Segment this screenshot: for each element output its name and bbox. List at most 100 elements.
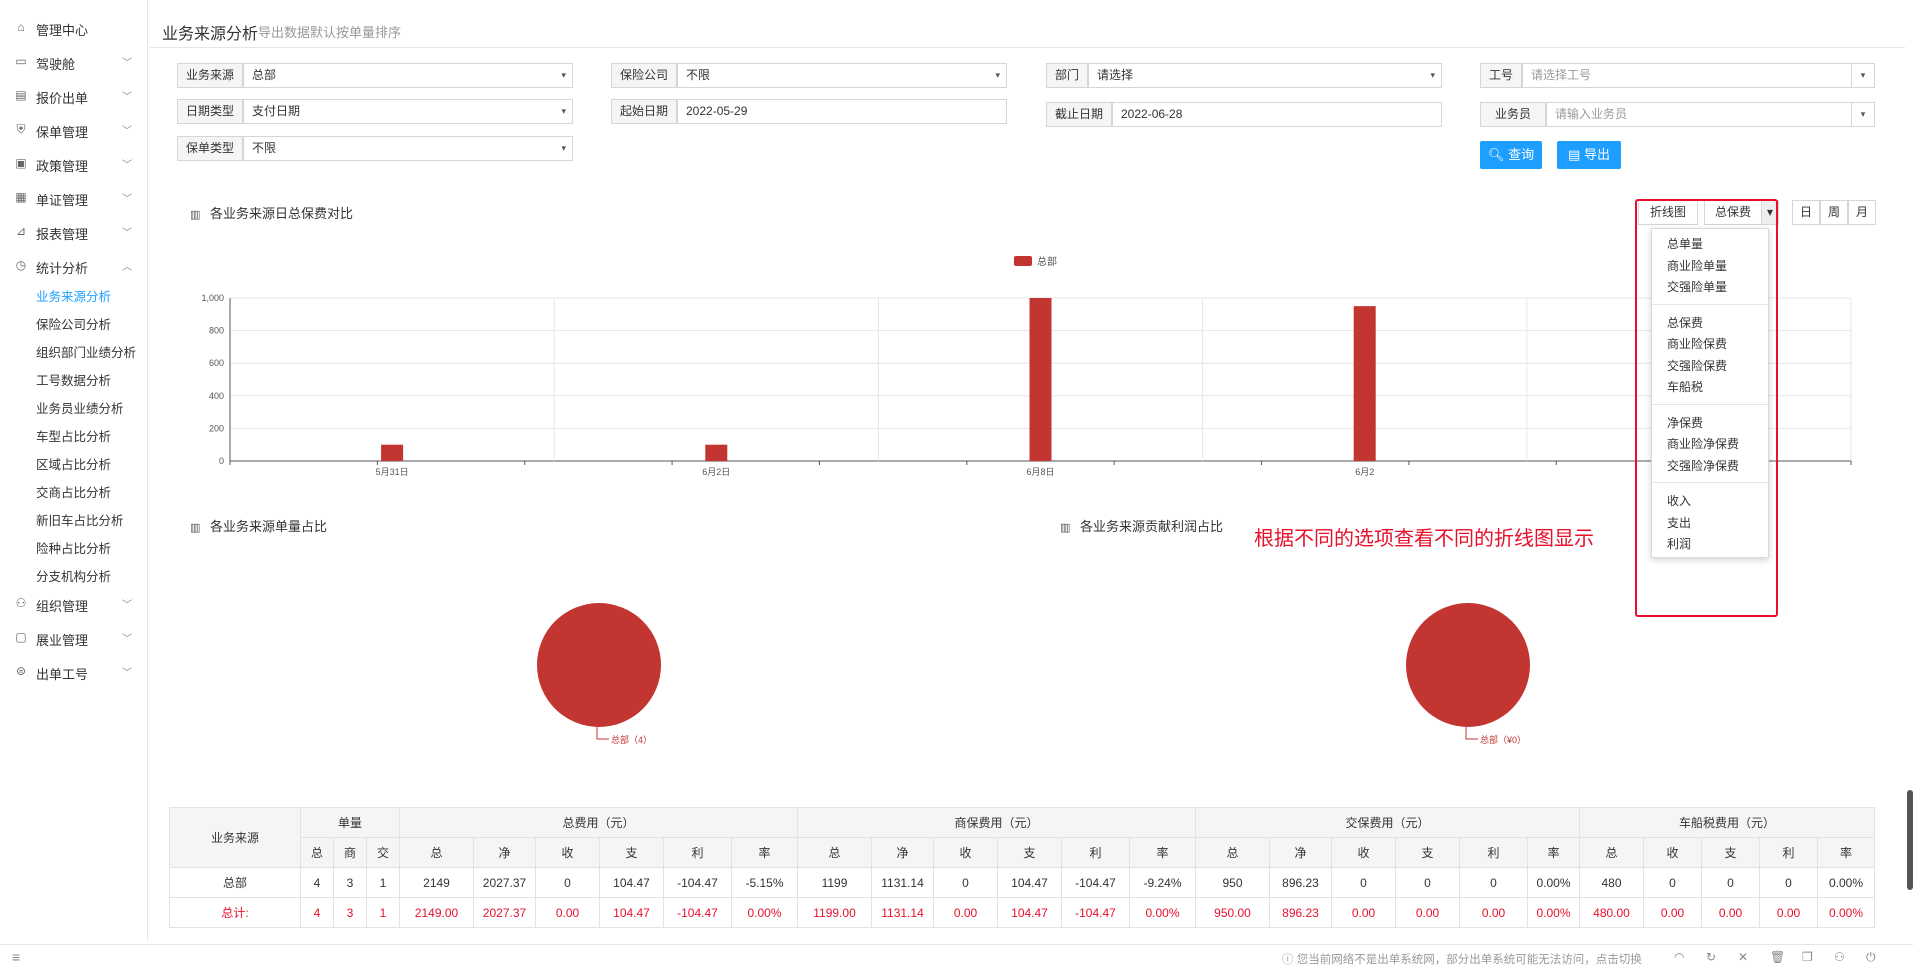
bar[interactable] <box>381 444 404 461</box>
period-day-button[interactable]: 日 <box>1792 200 1820 225</box>
table-cell: 4 <box>300 867 334 898</box>
users-icon[interactable]: ⚇ <box>1834 950 1845 964</box>
table-column-header: 率 <box>1527 837 1580 868</box>
table-column-header: 收 <box>535 837 600 868</box>
status-message-text: 您当前网络不是出单系统网，部分出单系统可能无法访问，点击切换 <box>1296 954 1642 966</box>
trash-icon[interactable]: 🗑︎ <box>1770 950 1785 964</box>
dropdown-option[interactable]: 商业险保费 <box>1667 335 1727 352</box>
sidebar-item-admin-center[interactable]: ⌂ 管理中心 <box>0 12 148 42</box>
period-month-button[interactable]: 月 <box>1848 200 1876 225</box>
insurer-select[interactable]: 不限 ▾ <box>677 63 1007 88</box>
dropdown-option[interactable]: 交强险净保费 <box>1667 457 1739 474</box>
sidebar-item-dashboard[interactable]: ▭ 驾驶舱 ﹀ <box>0 46 148 76</box>
dropdown-option[interactable]: 商业险单量 <box>1667 257 1727 274</box>
sidebar-item-document[interactable]: ▦ 单证管理 ﹀ <box>0 182 148 212</box>
sidebar-item-policy[interactable]: ⛨ 保单管理 ﹀ <box>0 114 148 144</box>
salesman-dropdown-button[interactable]: ▾ <box>1851 102 1875 127</box>
salesman-input[interactable]: 请输入业务员 <box>1546 102 1852 127</box>
chart-type-button[interactable]: 折线图 <box>1638 200 1698 225</box>
table-cell: 1199.00 <box>797 897 872 928</box>
document-icon: ▦ <box>15 190 27 204</box>
department-select[interactable]: 请选择 ▾ <box>1088 63 1442 88</box>
sidebar-item-strategy[interactable]: ▣ 政策管理 ﹀ <box>0 148 148 178</box>
sidebar-subitem-new-old-car-analysis[interactable]: 新旧车占比分析 <box>36 510 124 529</box>
table-group-header: 交保费用（元） <box>1195 807 1580 838</box>
dropdown-option[interactable]: 收入 <box>1667 492 1691 509</box>
bar[interactable] <box>1029 298 1052 461</box>
account-no-dropdown-button[interactable]: ▾ <box>1851 63 1875 88</box>
table-cell: 0 <box>933 867 998 898</box>
dashboard-icon: ▭ <box>15 54 27 68</box>
metric-select-button[interactable]: 总保费 <box>1704 200 1762 225</box>
table-column-header: 交 <box>366 837 400 868</box>
table-column-header: 总 <box>797 837 872 868</box>
end-date-input[interactable]: 2022-06-28 <box>1112 102 1442 127</box>
dropdown-option[interactable]: 车船税 <box>1667 378 1703 395</box>
dropdown-option[interactable]: 利润 <box>1667 535 1691 552</box>
table-cell: 950.00 <box>1195 897 1270 928</box>
sidebar-item-organization[interactable]: ⚇ 组织管理 ﹀ <box>0 588 148 618</box>
sidebar-item-stats[interactable]: ◷ 统计分析 ︿ <box>0 250 148 280</box>
pie-slice[interactable] <box>1406 603 1530 727</box>
copy-icon[interactable]: ❐ <box>1802 950 1813 964</box>
table-cell: -9.24% <box>1129 867 1196 898</box>
dropdown-option[interactable]: 支出 <box>1667 514 1691 531</box>
wifi-icon[interactable]: ◠ <box>1674 950 1684 964</box>
period-week-button[interactable]: 周 <box>1820 200 1848 225</box>
account-no-select[interactable]: 请选择工号 <box>1522 63 1852 88</box>
sidebar-item-business[interactable]: ▢ 展业管理 ﹀ <box>0 622 148 652</box>
sidebar-subitem-vehicle-type-analysis[interactable]: 车型占比分析 <box>36 426 111 445</box>
sidebar-subitem-jiaoshang-analysis[interactable]: 交商占比分析 <box>36 482 111 501</box>
sidebar-subitem-salesman-analysis[interactable]: 业务员业绩分析 <box>36 398 124 417</box>
caret-down-icon: ▾ <box>561 143 566 153</box>
power-icon[interactable]: ⏻ <box>1866 950 1876 965</box>
table-column-header: 率 <box>731 837 798 868</box>
search-icon: 🔍︎ <box>1487 147 1505 162</box>
export-button[interactable]: ▤ 导出 <box>1557 141 1621 169</box>
sidebar-subitem-department-analysis[interactable]: 组织部门业绩分析 <box>36 342 136 361</box>
refresh-icon[interactable]: ↻ <box>1706 950 1716 964</box>
bar[interactable] <box>1353 306 1376 461</box>
chevron-down-icon: ﹀ <box>122 126 132 137</box>
status-message[interactable]: ⓘ 您当前网络不是出单系统网，部分出单系统可能无法访问，点击切换 <box>1282 951 1642 967</box>
dropdown-option[interactable]: 交强险保费 <box>1667 357 1727 374</box>
dropdown-option[interactable]: 总单量 <box>1667 235 1703 252</box>
table-cell: -104.47 <box>663 867 732 898</box>
sidebar-subitem-coverage-analysis[interactable]: 险种占比分析 <box>36 538 111 557</box>
x-tick-label: 6月2日 <box>702 467 730 477</box>
dropdown-option[interactable]: 商业险净保费 <box>1667 435 1739 452</box>
salesman-label: 业务员 <box>1480 102 1546 127</box>
metric-dropdown-toggle[interactable]: ▾ <box>1761 200 1779 225</box>
query-button[interactable]: 🔍︎ 查询 <box>1480 141 1542 169</box>
table-cell: 1199 <box>797 867 872 898</box>
dropdown-option[interactable]: 交强险单量 <box>1667 278 1727 295</box>
data-table: 业务来源 单量 总费用（元） 商保费用（元） 交保费用（元） 车船税费用（元）总商交总净收… <box>169 807 1875 928</box>
menu-icon[interactable]: ≡ <box>12 949 20 965</box>
sidebar-subitem-region-analysis[interactable]: 区域占比分析 <box>36 454 111 473</box>
table-cell: 0.00 <box>535 897 600 928</box>
dropdown-option[interactable]: 总保费 <box>1667 314 1703 331</box>
sidebar-subitem-source-analysis[interactable]: 业务来源分析 <box>36 286 111 305</box>
table-column-header: 总 <box>1195 837 1270 868</box>
salesman-placeholder: 请输入业务员 <box>1555 107 1628 121</box>
sidebar-item-account[interactable]: ⊜ 出单工号 ﹀ <box>0 656 148 686</box>
table-cell: 0.00 <box>1331 897 1396 928</box>
chart-legend[interactable]: 总部 <box>1014 255 1057 268</box>
date-type-select[interactable]: 支付日期 ▾ <box>243 99 573 124</box>
sidebar-subitem-account-analysis[interactable]: 工号数据分析 <box>36 370 111 389</box>
sidebar-subitem-branch-analysis[interactable]: 分支机构分析 <box>36 566 111 585</box>
sidebar-item-quote[interactable]: ▤ 报价出单 ﹀ <box>0 80 148 110</box>
scrollbar-thumb[interactable] <box>1907 790 1913 890</box>
pie-slice[interactable] <box>537 603 661 727</box>
account-no-label: 工号 <box>1480 63 1522 88</box>
policy-type-select[interactable]: 不限 ▾ <box>243 136 573 161</box>
chevron-down-icon: ﹀ <box>122 228 132 239</box>
sidebar-subitem-insurer-analysis[interactable]: 保险公司分析 <box>36 314 111 333</box>
table-column-header: 支 <box>1395 837 1460 868</box>
bar[interactable] <box>705 444 728 461</box>
sidebar-item-report[interactable]: ⊿ 报表管理 ﹀ <box>0 216 148 246</box>
source-select[interactable]: 总部 ▾ <box>243 63 573 88</box>
dropdown-option[interactable]: 净保费 <box>1667 414 1703 431</box>
start-date-input[interactable]: 2022-05-29 <box>677 99 1007 124</box>
close-icon[interactable]: ✕ <box>1738 950 1748 964</box>
